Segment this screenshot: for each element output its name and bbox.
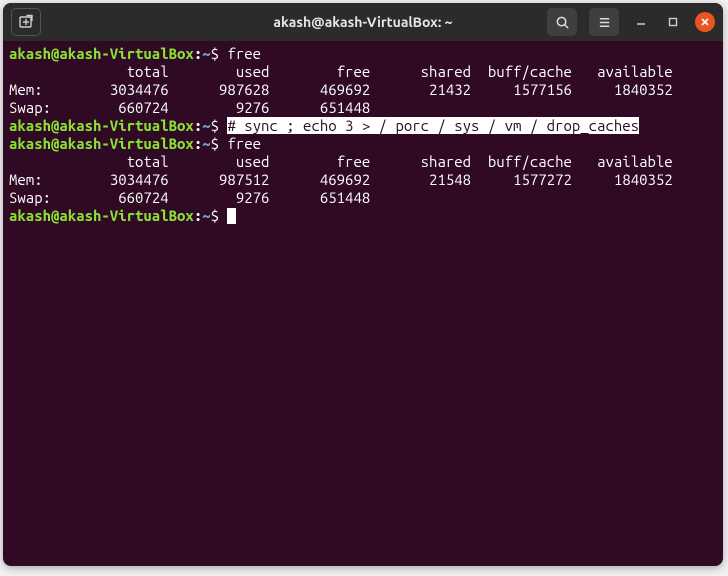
- close-button[interactable]: [695, 12, 715, 32]
- prompt-sep: :: [194, 135, 202, 152]
- hdr-shared: shared: [421, 153, 471, 170]
- titlebar-left: [11, 8, 41, 36]
- mem-label: Mem:: [9, 81, 43, 98]
- prompt-user: akash@akash-VirtualBox: [9, 45, 194, 62]
- hdr-available: available: [597, 63, 673, 80]
- terminal-window: akash@akash-VirtualBox: ~: [3, 3, 723, 566]
- search-button[interactable]: [547, 8, 577, 36]
- prompt-path: ~: [202, 45, 210, 62]
- prompt-sep: :: [194, 117, 202, 134]
- mem-label: Mem:: [9, 171, 43, 188]
- hdr-used: used: [236, 63, 270, 80]
- titlebar-right: [547, 8, 715, 36]
- free2-mem-row: Mem: 3034476 987512 469692 21548 1577272…: [9, 171, 717, 189]
- swap-total: 660724: [118, 189, 168, 206]
- swap-label: Swap:: [9, 99, 51, 116]
- new-tab-button[interactable]: [11, 8, 41, 36]
- swap-free: 651448: [320, 189, 370, 206]
- maximize-button[interactable]: [663, 12, 683, 32]
- free1-header: total used free shared buff/cache availa…: [9, 63, 717, 81]
- new-tab-icon: [18, 14, 34, 30]
- close-icon: [700, 17, 710, 27]
- mem-available: 1840352: [614, 171, 673, 188]
- titlebar[interactable]: akash@akash-VirtualBox: ~: [3, 3, 723, 41]
- prompt-line-3: akash@akash-VirtualBox:~$ free: [9, 135, 717, 153]
- mem-shared: 21548: [429, 171, 471, 188]
- mem-used: 987628: [219, 81, 269, 98]
- prompt-symbol: $: [211, 117, 219, 134]
- swap-used: 9276: [236, 189, 270, 206]
- mem-shared: 21432: [429, 81, 471, 98]
- command-free-1: free: [227, 45, 261, 62]
- prompt-user: akash@akash-VirtualBox: [9, 135, 194, 152]
- prompt-path: ~: [202, 117, 210, 134]
- mem-total: 3034476: [110, 81, 169, 98]
- maximize-icon: [668, 17, 678, 27]
- hdr-buffcache: buff/cache: [488, 63, 572, 80]
- free2-header: total used free shared buff/cache availa…: [9, 153, 717, 171]
- search-icon: [555, 15, 570, 30]
- hdr-available: available: [597, 153, 673, 170]
- prompt-symbol: $: [211, 135, 219, 152]
- prompt-user: akash@akash-VirtualBox: [9, 117, 194, 134]
- cursor: [227, 208, 236, 224]
- free1-mem-row: Mem: 3034476 987628 469692 21432 1577156…: [9, 81, 717, 99]
- minimize-icon: [636, 17, 646, 27]
- prompt-symbol: $: [211, 45, 219, 62]
- command-free-2: free: [227, 135, 261, 152]
- highlighted-command: # sync ; echo 3 > / porc / sys / vm / dr…: [227, 117, 639, 134]
- hdr-shared: shared: [421, 63, 471, 80]
- mem-free: 469692: [320, 171, 370, 188]
- hdr-total: total: [127, 63, 169, 80]
- swap-total: 660724: [118, 99, 168, 116]
- swap-used: 9276: [236, 99, 270, 116]
- prompt-line-1: akash@akash-VirtualBox:~$ free: [9, 45, 717, 63]
- hdr-total: total: [127, 153, 169, 170]
- mem-available: 1840352: [614, 81, 673, 98]
- mem-buffcache: 1577156: [513, 81, 572, 98]
- prompt-symbol: $: [211, 207, 219, 224]
- prompt-sep: :: [194, 45, 202, 62]
- prompt-path: ~: [202, 207, 210, 224]
- prompt-line-4: akash@akash-VirtualBox:~$: [9, 207, 717, 225]
- mem-used: 987512: [219, 171, 269, 188]
- prompt-sep: :: [194, 207, 202, 224]
- mem-total: 3034476: [110, 171, 169, 188]
- prompt-line-2: akash@akash-VirtualBox:~$ # sync ; echo …: [9, 117, 717, 135]
- hdr-free: free: [337, 153, 371, 170]
- mem-free: 469692: [320, 81, 370, 98]
- menu-button[interactable]: [589, 8, 619, 36]
- hamburger-icon: [597, 15, 612, 30]
- prompt-user: akash@akash-VirtualBox: [9, 207, 194, 224]
- swap-free: 651448: [320, 99, 370, 116]
- minimize-button[interactable]: [631, 12, 651, 32]
- prompt-path: ~: [202, 135, 210, 152]
- hdr-free: free: [337, 63, 371, 80]
- terminal-body[interactable]: akash@akash-VirtualBox:~$ free total use…: [3, 41, 723, 566]
- hdr-used: used: [236, 153, 270, 170]
- mem-buffcache: 1577272: [513, 171, 572, 188]
- hdr-buffcache: buff/cache: [488, 153, 572, 170]
- free1-swap-row: Swap: 660724 9276 651448: [9, 99, 717, 117]
- swap-label: Swap:: [9, 189, 51, 206]
- free2-swap-row: Swap: 660724 9276 651448: [9, 189, 717, 207]
